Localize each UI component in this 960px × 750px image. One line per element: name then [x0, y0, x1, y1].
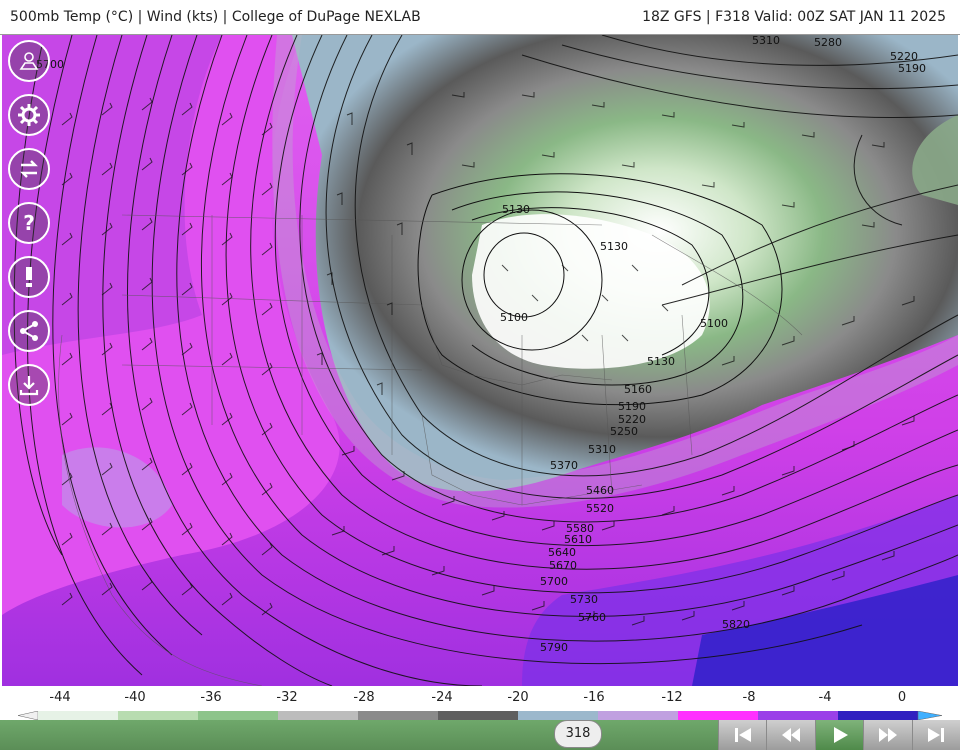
- contour-label: 5100: [500, 311, 528, 324]
- scale-label: -32: [276, 690, 298, 705]
- scale-label: -16: [583, 690, 605, 705]
- play-icon: [833, 727, 848, 743]
- contour-label: 5820: [722, 618, 750, 631]
- download-button[interactable]: [8, 364, 50, 406]
- step-forward-button[interactable]: [863, 720, 911, 750]
- svg-text:?: ?: [23, 211, 35, 235]
- share-icon: [20, 321, 38, 341]
- contour-label: 5160: [624, 383, 652, 396]
- scale-label: -20: [507, 690, 529, 705]
- contour-label: 5250: [610, 425, 638, 438]
- contour-label: 5700: [540, 575, 568, 588]
- rewind-icon: [782, 728, 801, 742]
- scale-label: 0: [897, 690, 907, 705]
- step-back-button[interactable]: [766, 720, 814, 750]
- gear-icon: [18, 104, 40, 126]
- swap-icon: [20, 160, 38, 178]
- download-icon: [19, 376, 39, 396]
- contour-label: 5190: [618, 400, 646, 413]
- contour-label: 5310: [588, 443, 616, 456]
- contour-label: 5670: [549, 559, 577, 572]
- contour-label: 5640: [548, 546, 576, 559]
- color-bar: [18, 711, 942, 720]
- settings-button[interactable]: [8, 94, 50, 136]
- last-frame-button[interactable]: [911, 720, 960, 750]
- user-icon: [19, 52, 39, 70]
- product-title: 500mb Temp (°C) | Wind (kts) | College o…: [10, 9, 421, 25]
- timeline-track[interactable]: [0, 720, 718, 750]
- frame-indicator[interactable]: 318: [554, 720, 602, 748]
- skip-forward-icon: [928, 728, 945, 742]
- weather-map[interactable]: 5100 5100 5130 5130 5130 5160 5190 5220 …: [2, 35, 958, 686]
- help-icon: ?: [23, 211, 35, 235]
- first-frame-button[interactable]: [718, 720, 766, 750]
- skip-back-icon: [734, 728, 751, 742]
- contour-label: 5370: [550, 459, 578, 472]
- scale-label: -4: [818, 690, 832, 705]
- fast-forward-icon: [878, 728, 897, 742]
- alert-icon: [26, 267, 32, 287]
- scale-label: -28: [353, 690, 375, 705]
- contour-label: 5280: [814, 36, 842, 49]
- playback-controls: [718, 720, 960, 750]
- contour-label: 5520: [586, 502, 614, 515]
- run-info: 18Z GFS | F318 Valid: 00Z SAT JAN 11 202…: [642, 9, 946, 25]
- contour-label: 5100: [700, 317, 728, 330]
- help-button[interactable]: ?: [8, 202, 50, 244]
- scale-label: -24: [431, 690, 453, 705]
- compare-button[interactable]: [8, 148, 50, 190]
- contour-label: 5730: [570, 593, 598, 606]
- map-toolbar: ?: [8, 40, 54, 418]
- contour-label: 5130: [647, 355, 675, 368]
- contour-label: 5610: [564, 533, 592, 546]
- header-bar: 500mb Temp (°C) | Wind (kts) | College o…: [0, 0, 960, 35]
- contour-label: 5460: [586, 484, 614, 497]
- alert-button[interactable]: [8, 256, 50, 298]
- contour-label: 5760: [578, 611, 606, 624]
- scale-label: -12: [661, 690, 683, 705]
- user-button[interactable]: [8, 40, 50, 82]
- scale-label: -8: [742, 690, 756, 705]
- contour-label: 5190: [898, 62, 926, 75]
- play-button[interactable]: [814, 720, 864, 750]
- scale-label: -40: [124, 690, 146, 705]
- scale-label: -36: [200, 690, 222, 705]
- contour-label: 5790: [540, 641, 568, 654]
- scale-label: -44: [49, 690, 71, 705]
- share-button[interactable]: [8, 310, 50, 352]
- contour-label: 5310: [752, 35, 780, 47]
- contour-label: 5130: [600, 240, 628, 253]
- contour-label: 5130: [502, 203, 530, 216]
